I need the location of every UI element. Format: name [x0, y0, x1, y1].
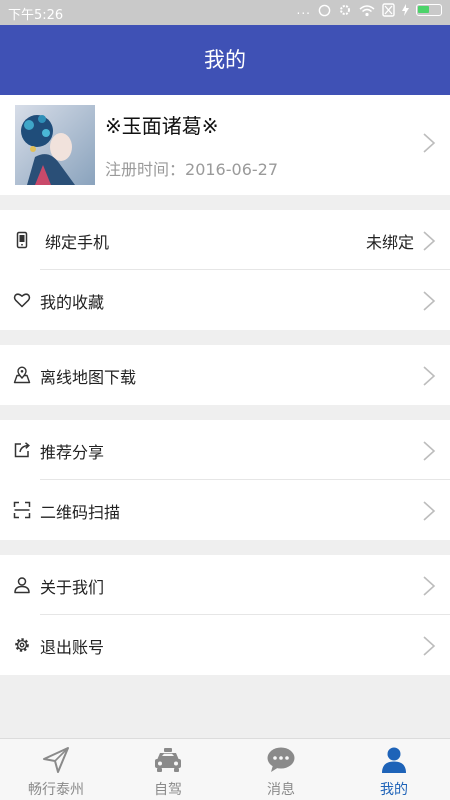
- user-icon: [382, 747, 406, 773]
- chevron-right-icon: [423, 366, 436, 386]
- register-info: 注册时间：2016-06-27: [105, 156, 278, 180]
- charging-icon: [402, 4, 409, 16]
- tab-mine[interactable]: 我的: [338, 739, 450, 800]
- offline-map-item[interactable]: 离线地图下载: [0, 345, 450, 405]
- chevron-right-icon: [423, 576, 436, 596]
- phone-icon: [16, 231, 28, 249]
- scan-label: 二维码扫描: [40, 503, 121, 522]
- navigate-icon: [43, 747, 69, 773]
- bottom-tab-bar: 畅行泰州 自驾 消息 我的: [0, 738, 450, 800]
- profile-card[interactable]: ※玉面诸葛※ 注册时间：2016-06-27: [0, 95, 450, 195]
- no-sim-icon: [382, 3, 395, 17]
- register-label: 注册时间：: [105, 160, 186, 179]
- page-title: 我的: [204, 48, 246, 72]
- taxi-icon: [155, 748, 181, 772]
- map-pin-icon: [13, 366, 31, 384]
- avatar[interactable]: [15, 105, 95, 185]
- chevron-right-icon: [423, 441, 436, 461]
- favorites-label: 我的收藏: [40, 293, 105, 312]
- battery-icon: [416, 4, 442, 16]
- share-item[interactable]: 推荐分享: [0, 420, 450, 480]
- tab-label: 消息: [267, 782, 295, 798]
- chevron-right-icon: [423, 291, 436, 311]
- logout-label: 退出账号: [40, 638, 105, 657]
- chevron-right-icon: [423, 636, 436, 656]
- tools-section: 推荐分享 二维码扫描: [0, 420, 450, 540]
- about-label: 关于我们: [40, 578, 105, 597]
- map-section: 离线地图下载: [0, 345, 450, 405]
- account-section: 绑定手机 未绑定 我的收藏: [0, 210, 450, 330]
- about-item[interactable]: 关于我们: [0, 555, 450, 615]
- tab-self-drive[interactable]: 自驾: [112, 739, 224, 800]
- share-icon: [14, 442, 30, 458]
- bind-phone-status: 未绑定: [365, 233, 414, 252]
- logout-item[interactable]: 退出账号: [0, 615, 450, 675]
- tab-label: 我的: [380, 782, 408, 798]
- wifi-icon: [359, 4, 375, 16]
- tab-messages[interactable]: 消息: [225, 739, 337, 800]
- register-date: 2016-06-27: [185, 160, 278, 179]
- about-section: 关于我们 退出账号: [0, 555, 450, 675]
- heart-icon: [13, 293, 31, 308]
- gear-icon: [15, 638, 29, 652]
- avatar-image: [15, 105, 95, 185]
- bind-phone-label: 绑定手机: [45, 233, 110, 252]
- chevron-right-icon: [423, 133, 436, 153]
- settings-status-icon: [340, 5, 350, 15]
- message-icon: [267, 747, 295, 772]
- favorites-item[interactable]: 我的收藏: [0, 270, 450, 330]
- tab-label: 自驾: [154, 782, 182, 798]
- more-dots: ...: [296, 3, 311, 17]
- person-icon: [14, 577, 30, 594]
- chevron-right-icon: [423, 501, 436, 521]
- status-time: 下午5:26: [8, 8, 64, 23]
- tab-changxing[interactable]: 畅行泰州: [0, 739, 112, 800]
- status-icons: ...: [297, 3, 442, 17]
- nickname: ※玉面诸葛※: [105, 114, 219, 138]
- chevron-right-icon: [423, 231, 436, 251]
- share-label: 推荐分享: [40, 443, 105, 462]
- status-bar: 下午5:26 ...: [0, 0, 450, 25]
- offline-map-label: 离线地图下载: [40, 368, 137, 387]
- scan-icon: [13, 501, 31, 519]
- title-bar: 我的: [0, 25, 450, 95]
- bind-phone-item[interactable]: 绑定手机 未绑定: [0, 210, 450, 270]
- scan-item[interactable]: 二维码扫描: [0, 480, 450, 540]
- tab-label: 畅行泰州: [28, 782, 84, 798]
- alarm-icon: [318, 4, 331, 16]
